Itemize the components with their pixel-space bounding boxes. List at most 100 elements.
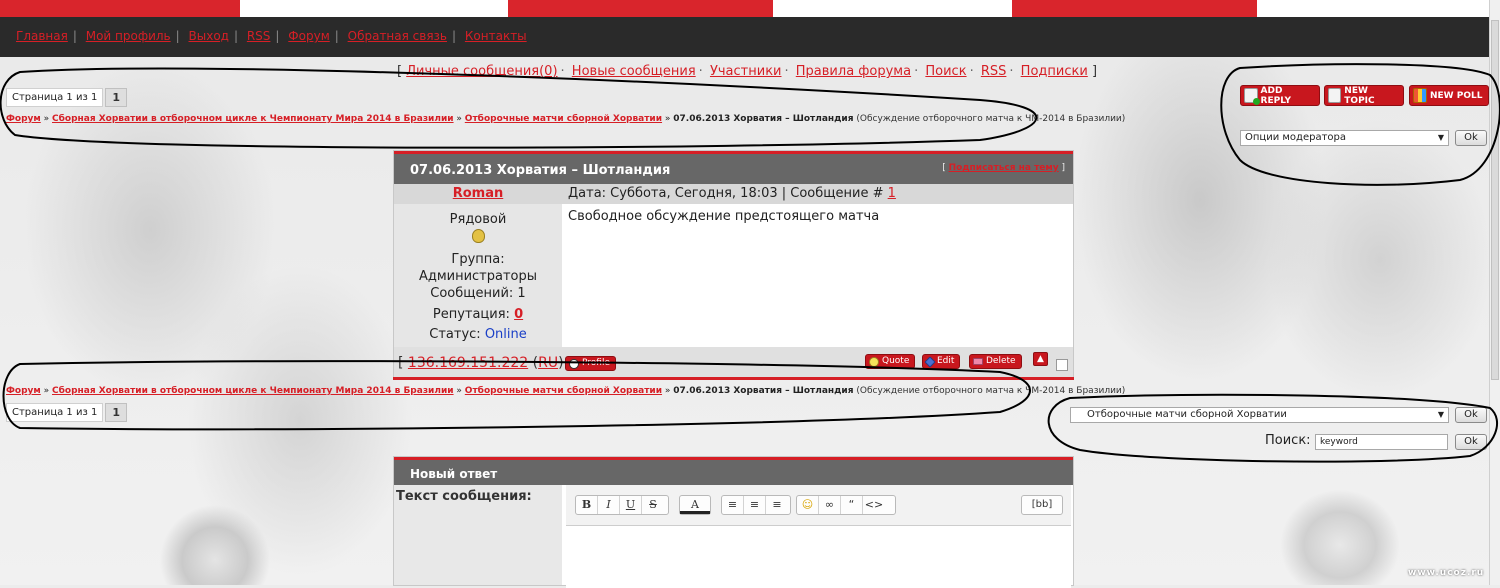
align-center-button[interactable]: ≡ — [744, 496, 766, 514]
page-1-button[interactable]: 1 — [105, 88, 127, 107]
text-color-button[interactable]: A — [680, 496, 710, 514]
breadcrumb-section-link[interactable]: Отборочные матчи сборной Хорватии — [465, 114, 662, 124]
select-post-checkbox[interactable] — [1056, 359, 1068, 371]
user-ip: [ 136.169.151.222 (RU) ] — [398, 355, 573, 371]
quote-icon[interactable]: “ — [841, 496, 863, 514]
smiley-icon[interactable]: ☺ — [797, 496, 819, 514]
private-messages-link[interactable]: Личные сообщения(0) — [406, 64, 557, 79]
post-divider — [393, 377, 1074, 380]
breadcrumb-section-link[interactable]: Отборочные матчи сборной Хорватии — [465, 386, 662, 396]
strikethrough-button[interactable]: S — [642, 496, 664, 514]
poll-icon — [1413, 88, 1427, 103]
reply-form: Новый ответ Текст сообщения: B I U S A ≡… — [393, 456, 1074, 588]
nav-feedback-link[interactable]: Обратная связь — [348, 29, 447, 43]
color-group: A — [679, 495, 711, 515]
underline-button[interactable]: U — [620, 496, 642, 514]
user-message-count: Сообщений: 1 — [430, 286, 526, 301]
reputation-link[interactable]: 0 — [514, 307, 523, 322]
author-link[interactable]: Roman — [453, 186, 504, 201]
user-group: Администраторы — [418, 269, 538, 284]
arrow-up-icon: ▲ — [1037, 354, 1044, 364]
italic-button[interactable]: I — [598, 496, 620, 514]
dropdown-arrow-icon: ▼ — [1437, 410, 1444, 419]
user-status: Статус: Online — [429, 327, 527, 342]
search-ok-button[interactable]: Ok — [1455, 434, 1487, 450]
header-banner — [0, 0, 1500, 17]
new-topic-button[interactable]: NEW TOPIC — [1324, 85, 1404, 106]
page-1-button[interactable]: 1 — [105, 403, 127, 422]
nav-profile-link[interactable]: Мой профиль — [86, 29, 171, 43]
search-input[interactable]: keyword — [1315, 434, 1448, 450]
forum-links-bar: [ Личные сообщения(0) · Новые сообщения · … — [397, 64, 1098, 79]
post-date: Дата: Суббота, Сегодня, 18:03 | Сообщени… — [568, 186, 896, 201]
subscribe-container: [ Подписаться на тему ] — [942, 163, 1065, 173]
new-messages-link[interactable]: Новые сообщения — [572, 64, 696, 79]
code-icon[interactable]: <> — [863, 496, 885, 514]
reply-title: Новый ответ — [410, 467, 498, 481]
message-textarea[interactable] — [566, 525, 1071, 588]
dropdown-arrow-icon: ▼ — [1437, 133, 1444, 142]
breadcrumb-category-link[interactable]: Сборная Хорватии в отборочном цикле к Че… — [52, 114, 454, 124]
link-icon[interactable]: ∞ — [819, 496, 841, 514]
align-right-button[interactable]: ≡ — [766, 496, 788, 514]
breadcrumb-category-link[interactable]: Сборная Хорватии в отборочном цикле к Че… — [52, 386, 454, 396]
rank-badge-icon — [471, 229, 485, 243]
pencil-icon — [924, 355, 936, 368]
align-group: ≡ ≡ ≡ — [721, 495, 791, 515]
post-number-link[interactable]: 1 — [888, 186, 896, 201]
delete-button[interactable]: Delete — [969, 354, 1022, 369]
scroll-top-button[interactable]: ▲ — [1033, 352, 1048, 366]
breadcrumb-topic: 07.06.2013 Хорватия – Шотландия — [673, 386, 854, 396]
nav-logout-link[interactable]: Выход — [189, 29, 229, 43]
nav-forum-link[interactable]: Форум — [288, 29, 329, 43]
profile-button[interactable]: Profile — [565, 356, 616, 371]
forum-rss-link[interactable]: RSS — [981, 64, 1007, 79]
nav-rss-link[interactable]: RSS — [247, 29, 271, 43]
status-online: Online — [484, 327, 527, 342]
subscribe-link[interactable]: Подписаться на тему — [949, 163, 1059, 173]
breadcrumb-top: Форум » Сборная Хорватии в отборочном ци… — [6, 114, 1126, 124]
message-text-label: Текст сообщения: — [396, 489, 532, 504]
members-link[interactable]: Участники — [710, 64, 782, 79]
nav-contacts-link[interactable]: Контакты — [465, 29, 527, 43]
nav-home-link[interactable]: Главная — [16, 29, 68, 43]
breadcrumb-topic: 07.06.2013 Хорватия – Шотландия — [673, 114, 854, 124]
country-link[interactable]: RU — [538, 355, 558, 371]
edit-button[interactable]: Edit — [922, 354, 961, 369]
search-label: Поиск: — [1265, 433, 1311, 448]
moderator-options-select[interactable]: Опции модератора ▼ — [1240, 130, 1449, 146]
insert-group: ☺ ∞ “ <> — [796, 495, 896, 515]
new-topic-icon — [1328, 88, 1342, 103]
pager-label: Страница 1 из 1 — [6, 88, 104, 107]
user-reputation: Репутация: 0 — [432, 307, 524, 322]
forum-jump-select[interactable]: Отборочные матчи сборной Хорватии ▼ — [1070, 407, 1449, 423]
new-poll-button[interactable]: NEW POLL — [1409, 85, 1489, 106]
format-group: B I U S — [575, 495, 669, 515]
ip-link[interactable]: 136.169.151.222 — [408, 355, 528, 371]
eraser-icon — [973, 358, 983, 365]
post-meta-row: Roman Дата: Суббота, Сегодня, 18:03 | Со… — [394, 184, 1073, 204]
add-reply-button[interactable]: ADD REPLY — [1240, 85, 1320, 106]
moderator-ok-button[interactable]: Ok — [1455, 130, 1487, 146]
author-name: Roman — [394, 184, 562, 204]
post-title: 07.06.2013 Хорватия – Шотландия — [410, 163, 671, 178]
subscriptions-link[interactable]: Подписки — [1021, 64, 1088, 79]
scrollbar-thumb[interactable] — [1491, 20, 1499, 380]
pager-bottom: Страница 1 из 1 1 — [6, 403, 127, 422]
top-navigation: Главная | Мой профиль | Выход | RSS | Форум |… — [0, 17, 1490, 57]
bold-button[interactable]: B — [576, 496, 598, 514]
bbcode-toggle-button[interactable]: [bb] — [1021, 495, 1063, 515]
user-info-panel: Рядовой Группа: Администраторы Сообщений… — [394, 204, 562, 347]
breadcrumb-bottom: Форум » Сборная Хорватии в отборочном ци… — [6, 386, 1126, 396]
pager-label: Страница 1 из 1 — [6, 403, 104, 422]
add-reply-icon — [1244, 88, 1260, 105]
forum-rules-link[interactable]: Правила форума — [796, 64, 911, 79]
page-scrollbar[interactable] — [1489, 0, 1500, 585]
breadcrumb-forum-link[interactable]: Форум — [6, 114, 41, 124]
align-left-button[interactable]: ≡ — [722, 496, 744, 514]
quote-button[interactable]: Quote — [865, 354, 916, 369]
search-link[interactable]: Поиск — [925, 64, 966, 79]
user-group-label: Группа: — [451, 252, 505, 267]
jump-ok-button[interactable]: Ok — [1455, 407, 1487, 423]
breadcrumb-forum-link[interactable]: Форум — [6, 386, 41, 396]
